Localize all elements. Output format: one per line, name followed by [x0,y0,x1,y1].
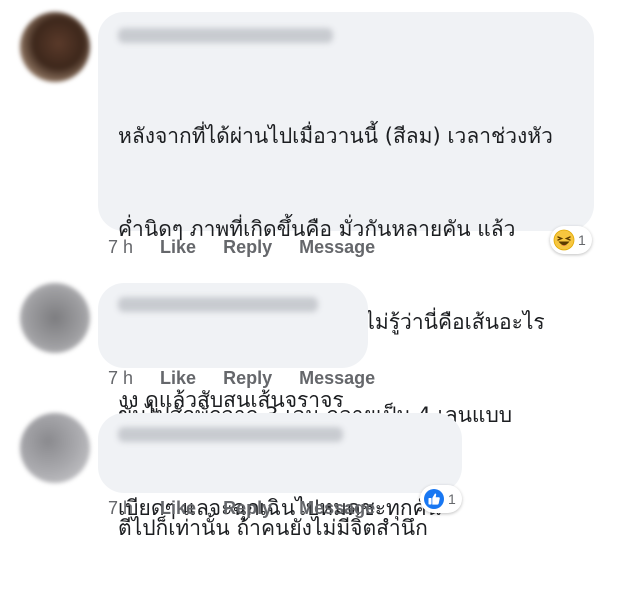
comment-bubble: งง ดูแล้วสับสนเส้นจราจร [98,283,368,412]
comment-actions: 7 h Like Reply Message [108,237,397,258]
commenter-name-blurred[interactable] [118,427,343,442]
comment-timestamp[interactable]: 7 h [108,368,133,388]
comment-bubble: ตีไปก็เท่านั้น ถ้าคนยังไม่มีจิตสำนึก [98,413,462,540]
like-thumb-icon [423,488,445,510]
comment-timestamp[interactable]: 7 h [108,237,133,257]
commenter-avatar[interactable] [20,12,90,82]
message-button[interactable]: Message [299,237,375,257]
haha-emoji-icon [553,229,575,251]
like-button[interactable]: Like [160,368,196,388]
reaction-count: 1 [578,232,586,248]
comment-text-line: หลังจากที่ได้ผ่านไปเมื่อวานนี้ (สีลม) เว… [118,124,553,148]
reaction-badge[interactable]: 1 [550,226,592,254]
like-button[interactable]: Like [160,498,196,518]
message-button[interactable]: Message [299,368,375,388]
reaction-badge[interactable]: 1 [420,485,462,513]
reply-button[interactable]: Reply [223,237,272,257]
commenter-avatar[interactable] [20,283,90,353]
reply-button[interactable]: Reply [223,368,272,388]
reaction-count: 1 [448,491,456,507]
comment-1: หลังจากที่ได้ผ่านไปเมื่อวานนี้ (สีลม) เว… [0,0,628,520]
like-button[interactable]: Like [160,237,196,257]
commenter-name-blurred[interactable] [118,297,318,312]
comment-text: ตีไปก็เท่านั้น ถ้าคนยังไม่มีจิตสำนึก [118,451,428,606]
comment-actions: 7 h Like Reply Message [108,498,397,519]
comment-2: งง ดูแล้วสับสนเส้นจราจร 7 h Like Reply M… [0,265,628,412]
comment-actions: 7 h Like Reply Message [108,368,397,389]
comment-timestamp[interactable]: 7 h [108,498,133,518]
message-button[interactable]: Message [299,498,375,518]
comment-3: ตีไปก็เท่านั้น ถ้าคนยังไม่มีจิตสำนึก 1 7… [0,395,628,540]
commenter-name-blurred[interactable] [118,28,333,43]
commenter-avatar[interactable] [20,413,90,483]
reply-button[interactable]: Reply [223,498,272,518]
comment-bubble: หลังจากที่ได้ผ่านไปเมื่อวานนี้ (สีลม) เว… [98,12,594,520]
